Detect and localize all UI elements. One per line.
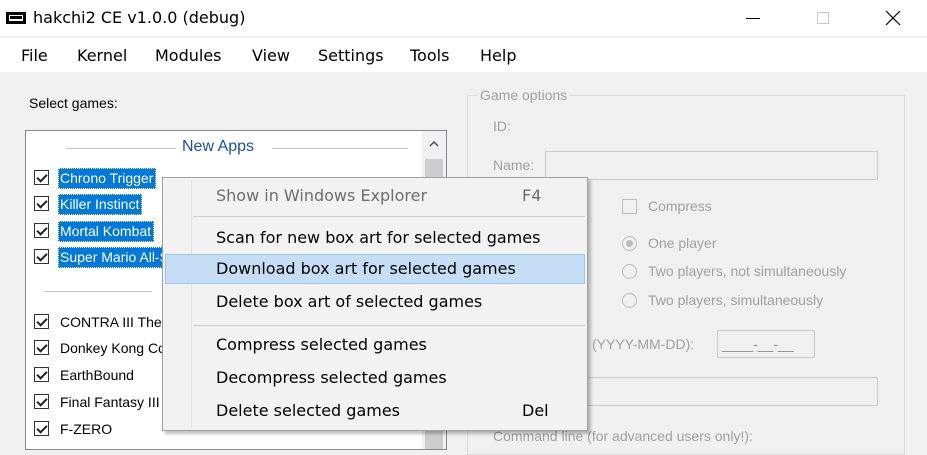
game-checkbox[interactable] — [34, 314, 49, 329]
menu-item-label: Delete selected games — [216, 401, 401, 420]
game-checkbox[interactable] — [34, 170, 49, 185]
menu-item-label: Show in Windows Explorer — [216, 186, 428, 205]
game-title: EarthBound — [60, 367, 134, 383]
name-label: Name: — [493, 157, 535, 173]
group-divider — [44, 291, 152, 292]
menu-item-label: Compress selected games — [216, 335, 427, 354]
title-bar: hakchi2 CE v1.0.0 (debug) — [0, 0, 927, 36]
menu-separator — [193, 325, 585, 326]
game-checkbox[interactable] — [34, 367, 49, 382]
menu-download-box-art[interactable]: Download box art for selected games — [165, 254, 585, 284]
compress-label: Compress — [648, 198, 712, 214]
group-divider — [272, 148, 408, 149]
menu-item-label: Decompress selected games — [216, 368, 447, 387]
menu-item-shortcut: F4 — [522, 186, 542, 205]
name-field[interactable] — [545, 151, 878, 180]
game-options-legend: Game options — [478, 87, 570, 103]
two-players-not-sim-label: Two players, not simultaneously — [648, 263, 847, 279]
menu-tools[interactable]: Tools — [410, 46, 449, 65]
game-checkbox[interactable] — [34, 223, 49, 238]
menu-show-in-explorer[interactable]: Show in Windows Explorer F4 — [165, 181, 585, 211]
one-player-radio[interactable] — [622, 236, 637, 251]
game-title: Final Fantasy III — [60, 394, 160, 410]
select-games-label: Select games: — [29, 95, 118, 111]
menu-item-label: Download box art for selected games — [216, 259, 516, 278]
one-player-label: One player — [648, 235, 717, 251]
two-players-sim-label: Two players, simultaneously — [648, 292, 824, 308]
window-title: hakchi2 CE v1.0.0 (debug) — [33, 8, 246, 27]
maximize-icon — [817, 12, 829, 24]
menu-item-label: Delete box art of selected games — [216, 292, 483, 311]
compress-checkbox[interactable] — [622, 199, 637, 214]
menu-delete-box-art[interactable]: Delete box art of selected games — [165, 287, 585, 317]
game-checkbox[interactable] — [34, 340, 49, 355]
menu-item-shortcut: Del — [522, 401, 549, 420]
menu-compress-games[interactable]: Compress selected games — [165, 330, 585, 360]
menu-scan-box-art[interactable]: Scan for new box art for selected games — [165, 223, 585, 253]
two-players-sim-radio[interactable] — [622, 293, 637, 308]
release-date-value: ____-__-__ — [722, 336, 794, 352]
close-icon — [885, 10, 901, 26]
menu-view[interactable]: View — [252, 46, 290, 65]
game-title: Killer Instinct — [58, 194, 143, 215]
id-label: ID: — [493, 118, 511, 134]
minimize-icon — [746, 17, 760, 19]
release-date-field[interactable]: ____-__-__ — [717, 330, 815, 358]
menu-file[interactable]: File — [21, 46, 48, 65]
context-menu: Show in Windows Explorer F4 Scan for new… — [162, 177, 588, 431]
release-date-label: (YYYY-MM-DD): — [592, 336, 695, 352]
menu-modules[interactable]: Modules — [155, 46, 222, 65]
group-divider — [66, 148, 176, 149]
menu-kernel[interactable]: Kernel — [77, 46, 127, 65]
game-title: F-ZERO — [60, 421, 113, 437]
scroll-up-icon[interactable] — [422, 131, 446, 155]
game-title: Chrono Trigger — [58, 168, 157, 189]
group-header-new-apps[interactable]: New Apps — [26, 137, 420, 159]
menu-item-label: Scan for new box art for selected games — [216, 228, 541, 247]
maximize-button[interactable] — [800, 0, 846, 36]
menu-bar: File Kernel Modules View Settings Tools … — [0, 38, 927, 72]
close-button[interactable] — [870, 0, 916, 36]
menu-help[interactable]: Help — [480, 46, 516, 65]
game-checkbox[interactable] — [34, 394, 49, 409]
game-checkbox[interactable] — [34, 249, 49, 264]
menu-settings[interactable]: Settings — [318, 46, 384, 65]
menu-decompress-games[interactable]: Decompress selected games — [165, 363, 585, 393]
two-players-not-sim-radio[interactable] — [622, 264, 637, 279]
nes-controller-icon — [6, 12, 26, 24]
menu-separator — [193, 216, 585, 217]
publisher-field[interactable] — [587, 377, 878, 406]
minimize-button[interactable] — [730, 0, 776, 36]
game-checkbox[interactable] — [34, 196, 49, 211]
game-checkbox[interactable] — [34, 421, 49, 436]
group-title: New Apps — [182, 138, 255, 155]
menu-delete-games[interactable]: Delete selected games Del — [165, 396, 585, 426]
game-title: Mortal Kombat — [58, 221, 155, 242]
